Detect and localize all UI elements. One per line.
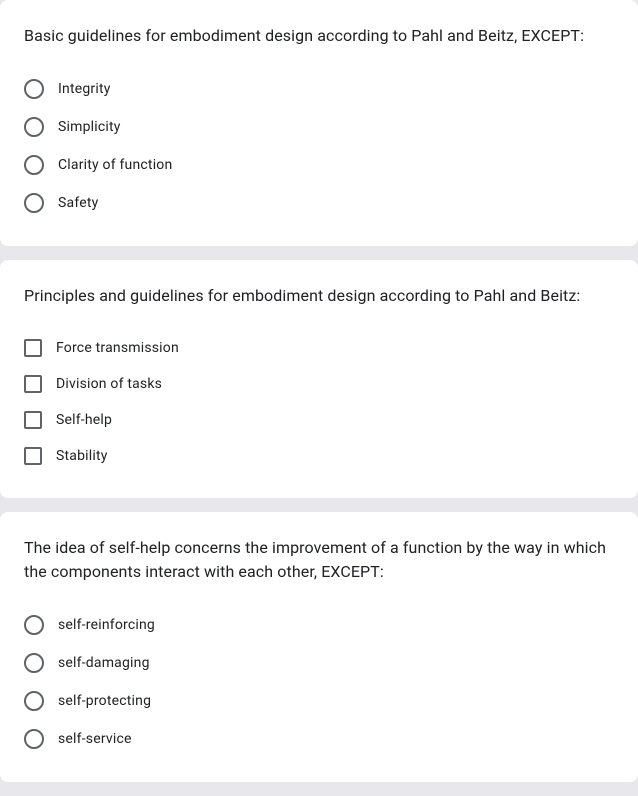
- option-row[interactable]: Self-help: [24, 402, 614, 438]
- option-label: Self-help: [56, 412, 112, 428]
- question-card: The idea of self-help concerns the impro…: [0, 512, 638, 782]
- option-label: Safety: [58, 195, 98, 211]
- option-row[interactable]: Division of tasks: [24, 366, 614, 402]
- radio-icon[interactable]: [24, 691, 44, 711]
- radio-icon[interactable]: [24, 117, 44, 137]
- option-label: Division of tasks: [56, 376, 162, 392]
- option-label: Clarity of function: [58, 157, 172, 173]
- option-row[interactable]: Integrity: [24, 70, 614, 108]
- radio-icon[interactable]: [24, 729, 44, 749]
- checkbox-icon[interactable]: [24, 339, 42, 357]
- radio-icon[interactable]: [24, 155, 44, 175]
- radio-icon[interactable]: [24, 653, 44, 673]
- option-label: Force transmission: [56, 340, 179, 356]
- radio-icon[interactable]: [24, 615, 44, 635]
- option-row[interactable]: self-service: [24, 720, 614, 758]
- checkbox-icon[interactable]: [24, 411, 42, 429]
- option-row[interactable]: Clarity of function: [24, 146, 614, 184]
- checkbox-icon[interactable]: [24, 375, 42, 393]
- question-text: The idea of self-help concerns the impro…: [24, 536, 614, 584]
- option-label: self-damaging: [58, 655, 150, 671]
- checkbox-icon[interactable]: [24, 447, 42, 465]
- question-card: Basic guidelines for embodiment design a…: [0, 0, 638, 246]
- option-label: Integrity: [58, 81, 111, 97]
- option-label: Stability: [56, 448, 108, 464]
- option-row[interactable]: Simplicity: [24, 108, 614, 146]
- option-row[interactable]: self-protecting: [24, 682, 614, 720]
- option-label: self-service: [58, 731, 132, 747]
- question-text: Basic guidelines for embodiment design a…: [24, 24, 614, 48]
- option-row[interactable]: self-reinforcing: [24, 606, 614, 644]
- radio-icon[interactable]: [24, 193, 44, 213]
- question-card: Principles and guidelines for embodiment…: [0, 260, 638, 498]
- question-text: Principles and guidelines for embodiment…: [24, 284, 614, 308]
- option-label: self-protecting: [58, 693, 151, 709]
- option-label: Simplicity: [58, 119, 121, 135]
- option-label: self-reinforcing: [58, 617, 155, 633]
- radio-icon[interactable]: [24, 79, 44, 99]
- option-row[interactable]: Stability: [24, 438, 614, 474]
- option-row[interactable]: Safety: [24, 184, 614, 222]
- option-row[interactable]: self-damaging: [24, 644, 614, 682]
- option-row[interactable]: Force transmission: [24, 330, 614, 366]
